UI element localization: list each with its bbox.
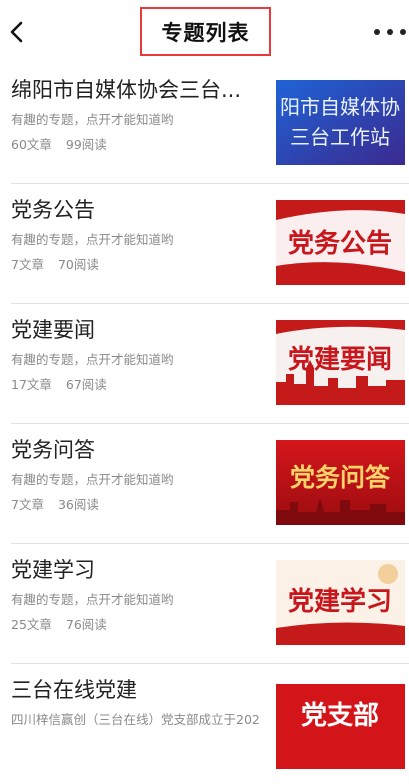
chevron-left-icon bbox=[10, 21, 23, 43]
more-dot bbox=[387, 29, 393, 35]
thumb-text: 党建要闻 bbox=[288, 345, 392, 375]
topic-stats bbox=[11, 734, 25, 749]
topic-description: 有趣的专题，点开才能知道哟 bbox=[11, 352, 174, 367]
topic-thumbnail: 党支部 bbox=[276, 684, 405, 769]
topic-thumbnail: 党务公告 bbox=[276, 200, 405, 285]
topic-item-6[interactable]: 三台在线党建 四川梓信赢创（三台在线）党支部成立于202 党支部 bbox=[0, 664, 409, 784]
topic-name: 三台在线党建 bbox=[11, 678, 137, 702]
topic-description: 有趣的专题，点开才能知道哟 bbox=[11, 472, 174, 487]
topic-stats: 60文章 99阅读 bbox=[11, 134, 107, 153]
topic-thumbnail: 党建学习 bbox=[276, 560, 405, 645]
read-count: 67阅读 bbox=[65, 377, 107, 392]
topic-description: 有趣的专题，点开才能知道哟 bbox=[11, 592, 174, 607]
topic-stats: 17文章 67阅读 bbox=[11, 374, 107, 393]
more-dot bbox=[400, 29, 406, 35]
read-count: 36阅读 bbox=[57, 497, 99, 512]
topic-description: 有趣的专题，点开才能知道哟 bbox=[11, 112, 174, 127]
thumb-text: 党支部 bbox=[301, 701, 379, 731]
topic-name: 党务问答 bbox=[11, 438, 95, 462]
more-button[interactable] bbox=[374, 22, 406, 42]
topic-description: 有趣的专题，点开才能知道哟 bbox=[11, 232, 174, 247]
top-bar: 专题列表 bbox=[0, 0, 409, 64]
topic-name: 党建学习 bbox=[11, 558, 95, 582]
topic-name: 党务公告 bbox=[11, 198, 95, 222]
thumb-text: 党建学习 bbox=[288, 586, 392, 617]
topic-name: 绵阳市自媒体协会三台... bbox=[11, 78, 242, 102]
read-count: 76阅读 bbox=[65, 617, 107, 632]
thumb-line-1: 阳市自媒体协 bbox=[280, 95, 400, 119]
topic-item-5[interactable]: 党建学习 有趣的专题，点开才能知道哟 25文章 76阅读 党建学习 bbox=[0, 544, 409, 664]
topic-thumbnail: 阳市自媒体协 三台工作站 bbox=[276, 80, 405, 165]
article-count: 60文章 bbox=[11, 137, 52, 152]
read-count: 70阅读 bbox=[57, 257, 99, 272]
article-count: 17文章 bbox=[11, 377, 52, 392]
title-highlight: 专题列表 bbox=[140, 7, 271, 56]
back-button[interactable] bbox=[6, 18, 30, 46]
topic-item-2[interactable]: 党务公告 有趣的专题，点开才能知道哟 7文章 70阅读 党务公告 bbox=[0, 184, 409, 304]
article-count: 7文章 bbox=[11, 497, 44, 512]
topic-stats: 25文章 76阅读 bbox=[11, 614, 107, 633]
topic-item-1[interactable]: 绵阳市自媒体协会三台... 有趣的专题，点开才能知道哟 60文章 99阅读 阳市自… bbox=[0, 64, 409, 184]
page-title: 专题列表 bbox=[161, 20, 250, 45]
topic-thumbnail: 党建要闻 bbox=[276, 320, 405, 405]
topic-item-3[interactable]: 党建要闻 有趣的专题，点开才能知道哟 17文章 67阅读 党建要闻 bbox=[0, 304, 409, 424]
more-horizontal-icon bbox=[374, 29, 380, 35]
topic-description: 四川梓信赢创（三台在线）党支部成立于202 bbox=[11, 712, 260, 727]
thumb-text: 党务公告 bbox=[288, 229, 392, 259]
topic-stats: 7文章 70阅读 bbox=[11, 254, 99, 273]
thumb-text: 党务问答 bbox=[290, 463, 391, 492]
topic-item-4[interactable]: 党务问答 有趣的专题，点开才能知道哟 7文章 36阅读 党务问答 bbox=[0, 424, 409, 544]
article-count: 7文章 bbox=[11, 257, 44, 272]
topic-thumbnail: 党务问答 bbox=[276, 440, 405, 525]
topic-stats: 7文章 36阅读 bbox=[11, 494, 99, 513]
thumb-line-2: 三台工作站 bbox=[290, 125, 390, 149]
read-count: 99阅读 bbox=[65, 137, 107, 152]
topic-name: 党建要闻 bbox=[11, 318, 95, 342]
article-count: 25文章 bbox=[11, 617, 52, 632]
